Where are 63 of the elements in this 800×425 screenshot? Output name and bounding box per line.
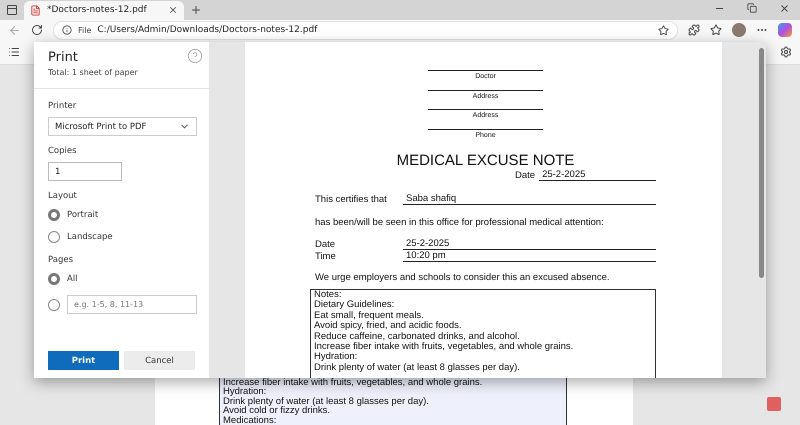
- close-icon[interactable]: [779, 2, 790, 14]
- notes-line: Increase fiber intake with fruits, vegetables, and whole grains.: [314, 342, 574, 352]
- notes-line: Drink plenty of water (at least 8 glasses per day).: [314, 362, 521, 374]
- settings-icon[interactable]: [780, 46, 792, 58]
- dialog-subtitle: Total: 1 sheet of paper: [48, 68, 139, 77]
- section-label: Copies: [48, 146, 78, 156]
- tab-actions-icon[interactable]: [6, 4, 18, 16]
- address-bar[interactable]: File C:/Users/Admin/Downloads/Doctors-notes-12.pdf: [53, 20, 678, 40]
- notes-line: Medications:: [223, 416, 278, 425]
- section-label: Printer: [48, 101, 78, 111]
- field-label: This certifies that: [315, 194, 388, 205]
- star-icon[interactable]: [658, 24, 669, 36]
- radio-button[interactable]: [48, 209, 60, 221]
- field-value: 25-2-2025: [403, 238, 656, 250]
- field-value: 25-2-2025: [539, 169, 656, 181]
- notes-line: Hydration:: [314, 352, 358, 363]
- notes-line: Dietary Guidelines:: [314, 300, 396, 311]
- restore-icon[interactable]: [747, 2, 757, 14]
- dialog-title: Print: [48, 50, 79, 65]
- pages-field[interactable]: e.g. 1-5, 8, 11-13: [67, 295, 197, 314]
- refresh-icon[interactable]: [31, 24, 43, 36]
- radio-label: Landscape: [67, 232, 113, 242]
- body-text: We urge employers and schools to consider this an excused absence.: [315, 272, 610, 283]
- radio-label: All: [67, 274, 78, 284]
- copilot-logo-icon[interactable]: [778, 23, 792, 38]
- radio-button[interactable]: [48, 298, 60, 310]
- copies-field[interactable]: 1: [48, 162, 122, 181]
- field-value: Saba shafiq: [403, 193, 656, 205]
- notes-line: Eat small, frequent meals.: [314, 310, 425, 321]
- notes-line: Avoid spicy, fried, and acidic foods.: [314, 321, 463, 332]
- close-icon[interactable]: [168, 5, 178, 16]
- notes-line: Notes:: [314, 290, 342, 300]
- section-label: Pages: [48, 255, 74, 265]
- radio-button[interactable]: [48, 231, 60, 243]
- notes-line: Drink plenty of water (at least 8 glasses per day).: [223, 396, 430, 406]
- address-prefix: File: [78, 26, 92, 35]
- field-value: 10:20 pm: [403, 250, 656, 262]
- extensions-icon[interactable]: [688, 24, 700, 36]
- favorites-icon[interactable]: [710, 24, 722, 36]
- avatar[interactable]: [732, 23, 746, 38]
- notes-line: Reduce caffeine, carbonated drinks, and alcohol.: [314, 332, 521, 342]
- cancel-button[interactable]: Cancel: [124, 351, 195, 370]
- section-label: Layout: [48, 191, 78, 201]
- scrollbar[interactable]: [759, 48, 764, 278]
- notes-line: Avoid cold or fizzy drinks.: [223, 406, 332, 416]
- radio-label: Portrait: [67, 210, 98, 220]
- pdf-file-icon: [30, 4, 41, 16]
- document-title: MEDICAL EXCUSE NOTE: [396, 152, 576, 169]
- tab-title: *Doctors-notes-12.pdf: [47, 5, 148, 16]
- print-button[interactable]: Print: [48, 351, 119, 370]
- notes-line: Increase fiber intake with fruits, vegetables, and whole grains.: [223, 378, 484, 388]
- printer-dropdown[interactable]: Microsoft Print to PDF: [48, 117, 197, 136]
- radio-button[interactable]: [48, 273, 60, 285]
- info-icon: [62, 25, 72, 36]
- new-tab-icon[interactable]: [190, 4, 202, 16]
- field-label: Date: [315, 239, 336, 250]
- field-label: Date: [515, 170, 536, 181]
- url-text: C:/Users/Admin/Downloads/Doctors-notes-12.pdf: [97, 25, 318, 36]
- body-text: has been/will be seen in this office for professional medical attention:: [315, 217, 605, 228]
- notes-line: Hydration:: [223, 387, 266, 397]
- field-label: Time: [315, 251, 337, 262]
- browser-tab[interactable]: *Doctors-notes-12.pdf: [24, 0, 184, 20]
- help-icon[interactable]: [187, 48, 203, 64]
